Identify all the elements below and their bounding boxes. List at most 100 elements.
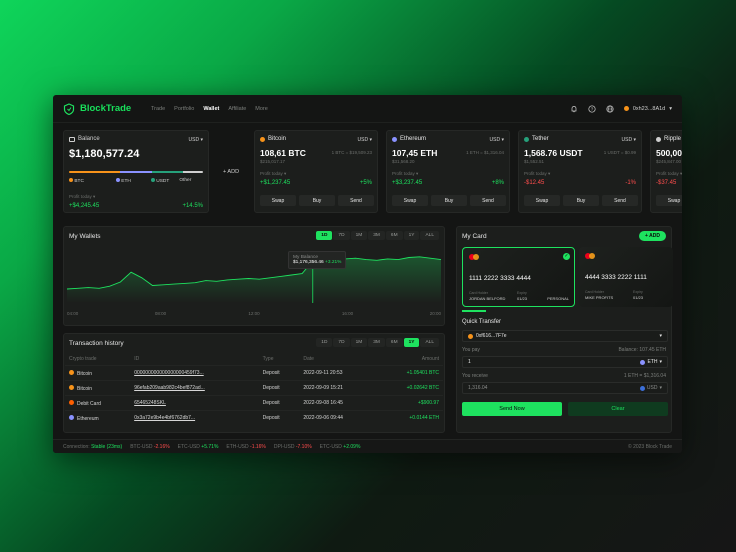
- table-row[interactable]: Debit Card 65465248SKL Deposit 2022-09-0…: [65, 395, 443, 411]
- column-header: Amount: [421, 356, 439, 362]
- copyright: © 2023 Block Trade: [628, 443, 672, 450]
- my-card-title: My Card: [462, 233, 487, 240]
- cell-id[interactable]: 000000000000000000459f73...: [130, 365, 259, 381]
- column-header: Type: [262, 356, 274, 362]
- cell-coin: Bitcoin: [65, 365, 131, 381]
- balance-chart: 04:00 08:00 12:00 16:00 20:00: [66, 256, 441, 316]
- nav-trade[interactable]: Trade: [151, 106, 165, 112]
- coin-profit: +$1,237.45: [260, 180, 291, 186]
- transactions-tab-1y[interactable]: 1Y: [403, 338, 420, 347]
- nav-portfolio[interactable]: Portfolio: [174, 106, 194, 112]
- transactions-tab-7d[interactable]: 7D: [333, 338, 350, 347]
- card-secondary[interactable]: 4444 3333 2222 1111 Card Holder MIKE PRO…: [579, 247, 673, 307]
- bitcoin-icon: [260, 136, 265, 142]
- transactions-tab-all[interactable]: ALL: [420, 338, 439, 347]
- send-button[interactable]: Send: [338, 195, 374, 206]
- coin-icon: [69, 384, 74, 390]
- column-header: ID: [134, 356, 140, 362]
- receive-currency-select[interactable]: USD ▾: [639, 385, 662, 391]
- chart-tooltip: My Balance $1,176,356.46 +3.21%: [288, 251, 347, 269]
- add-wallet-button[interactable]: + ADD: [223, 169, 239, 175]
- bell-icon[interactable]: [570, 105, 578, 113]
- balance-amount: $1,180,577.24: [69, 148, 140, 160]
- coin-amount: 107,45 ETH: [392, 148, 438, 158]
- top-bar: BlockTrade Trade Portfolio Wallet Affili…: [53, 95, 682, 123]
- allocation-bar: [69, 171, 203, 173]
- help-icon[interactable]: ?: [588, 104, 596, 113]
- add-card-button[interactable]: + ADD: [639, 231, 666, 241]
- transactions-table: Crypto trade ID Type Date Amount Bitcoin 000…: [65, 353, 443, 425]
- clear-button[interactable]: Clear: [568, 402, 668, 416]
- coin-amount: 500,00: [656, 148, 682, 158]
- receive-rate: 1 ETH = $1,316.04: [623, 373, 666, 379]
- table-row[interactable]: Bitcoin 000000000000000000459f73... Depo…: [65, 365, 443, 381]
- pay-currency-select[interactable]: ETH ▾: [640, 359, 662, 365]
- swap-button[interactable]: Swap: [260, 195, 296, 206]
- transactions-tab-1m[interactable]: 1M: [350, 338, 368, 347]
- globe-icon[interactable]: [606, 104, 614, 113]
- coin-actions: Swap Buy Send: [260, 195, 374, 206]
- balance-profit-value: +$4,245.45: [69, 203, 100, 209]
- transactions-tab-1d[interactable]: 1D: [316, 338, 333, 347]
- mastercard-logo-icon: [585, 253, 595, 259]
- ticker-item: ETC-USD +2.09%: [319, 443, 361, 450]
- cell-id[interactable]: 65465248SKL: [130, 395, 259, 411]
- cell-amount: +$900.97: [376, 395, 443, 411]
- pay-balance: Balance: 107.45 ETH: [618, 347, 666, 353]
- balance-currency-select[interactable]: USD ▾: [189, 137, 203, 143]
- transactions-range-tabs: 1D 7D 1M 3M 6M 1Y ALL: [316, 338, 439, 347]
- transactions-tab-6m[interactable]: 6M: [385, 338, 403, 347]
- cell-id[interactable]: 0x3a72e9b4e4bf6762db7...: [130, 410, 259, 425]
- wallet-selector[interactable]: 0xh23...8A1d ▾: [623, 106, 672, 112]
- table-row[interactable]: Ethereum 0x3a72e9b4e4bf6762db7... Deposi…: [65, 410, 443, 425]
- coin-name: Bitcoin: [268, 136, 287, 142]
- card-carousel-indicator: [462, 310, 486, 312]
- card-number: 1111 2222 3333 4444: [469, 275, 531, 282]
- coin-currency-select[interactable]: USD ▾: [358, 137, 372, 143]
- app-name: BlockTrade: [80, 103, 132, 114]
- coin-profit-pct: -1%: [625, 180, 636, 186]
- transactions-tab-3m[interactable]: 3M: [368, 338, 385, 347]
- my-wallets-panel: My Wallets 1D 7D 1M 3M 6M 1Y ALL 04:00 08:00 12:…: [63, 226, 445, 326]
- coin-name: Ethereum: [400, 136, 427, 142]
- coin-currency-select[interactable]: USD ▾: [622, 137, 636, 143]
- coin-profit-label: Profit today ▾: [260, 171, 287, 176]
- coin-rate: 1 BTC = $19,509.23: [331, 150, 372, 155]
- coin-currency-select[interactable]: USD ▾: [490, 137, 504, 143]
- nav-wallet[interactable]: Wallet: [203, 106, 219, 112]
- buy-button[interactable]: Buy: [563, 195, 599, 206]
- buy-button[interactable]: Buy: [299, 195, 335, 206]
- cell-date: 2022-09-09 15:21: [299, 380, 377, 396]
- buy-button[interactable]: Buy: [431, 195, 467, 206]
- receive-amount-input[interactable]: 1,316.04 USD ▾: [462, 382, 668, 394]
- send-button[interactable]: Send: [470, 195, 506, 206]
- coin-icon: [69, 399, 74, 405]
- coin-header: Tether: [524, 136, 549, 142]
- pay-amount-input[interactable]: 1 ETH ▾: [462, 356, 668, 368]
- swap-button[interactable]: Swap: [524, 195, 560, 206]
- nav-more[interactable]: More: [255, 106, 268, 112]
- cell-coin: Bitcoin: [65, 380, 131, 396]
- status-bar: Connection: Stable (23ms) BTC-USD -2.16%…: [53, 439, 682, 453]
- coin-name: Tether: [532, 136, 549, 142]
- cell-id[interactable]: 96efab209aab982c4bef872ad...: [130, 380, 259, 396]
- swap-button[interactable]: Swap: [392, 195, 428, 206]
- coin-usd-value: $215,017.17: [260, 159, 286, 164]
- card-expiry: 01/23: [517, 296, 528, 301]
- cell-type: Deposit: [258, 410, 300, 425]
- coin-usd-value: $31,568.20: [392, 159, 415, 164]
- chevron-down-icon: ▾: [659, 333, 662, 339]
- coin-profit-label: Profit today ▾: [656, 171, 682, 176]
- card-personal[interactable]: ✓ 1111 2222 3333 4444 Card Holder JORDAN…: [462, 247, 575, 307]
- table-row[interactable]: Bitcoin 96efab209aab982c4bef872ad... Dep…: [65, 380, 443, 396]
- nav-affiliate[interactable]: Affiliate: [228, 106, 246, 112]
- swap-button[interactable]: Swap: [656, 195, 682, 206]
- send-now-button[interactable]: Send Now: [462, 402, 562, 416]
- coin-card-bitcoin: Bitcoin USD ▾ 108,61 BTC $215,017.17 1 B…: [254, 130, 378, 213]
- transaction-history-panel: Transaction history 1D 7D 1M 3M 6M 1Y ALL Cryp…: [63, 333, 445, 433]
- logo[interactable]: BlockTrade: [63, 102, 151, 115]
- send-button[interactable]: Send: [602, 195, 638, 206]
- coin-profit-pct: +5%: [359, 180, 372, 186]
- coin-icon: [69, 414, 74, 420]
- address-select[interactable]: 0xf616...7F7e ▾: [462, 330, 668, 342]
